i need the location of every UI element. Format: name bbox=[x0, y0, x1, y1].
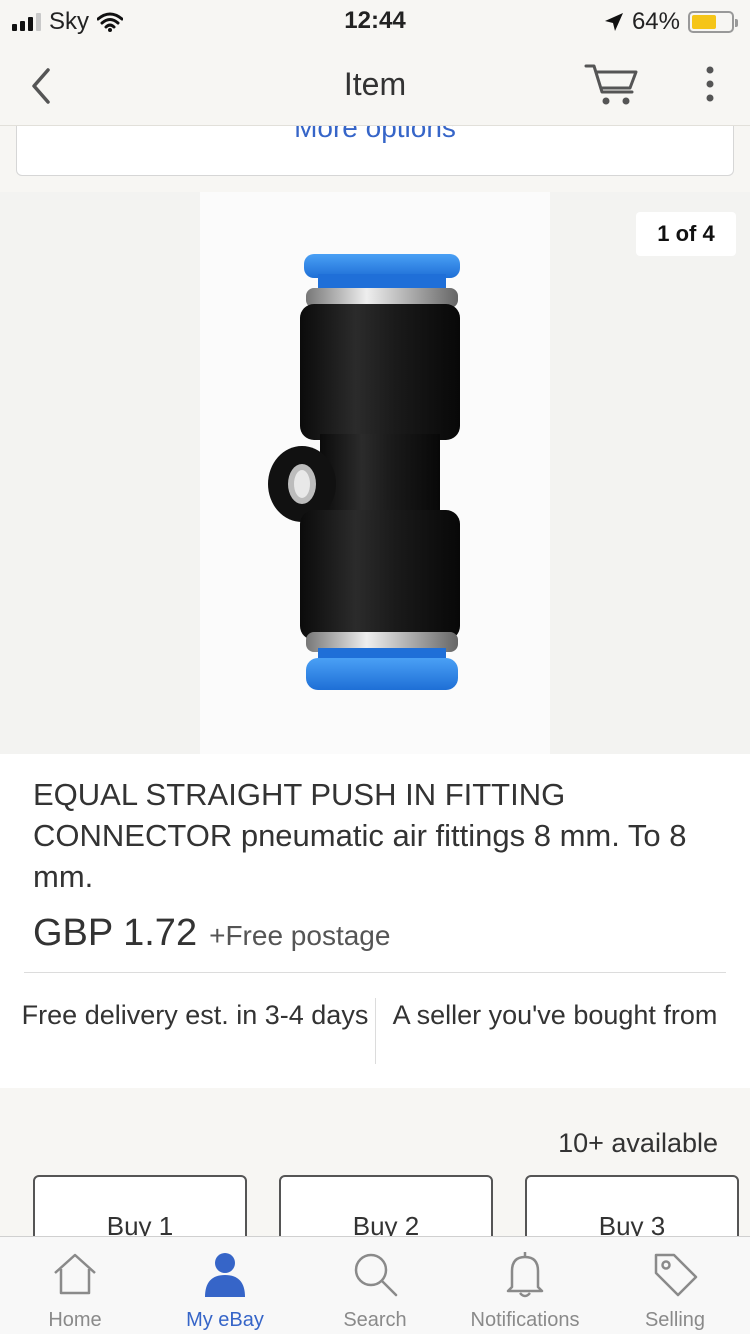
shipping-cost: +Free postage bbox=[209, 920, 391, 951]
item-info: EQUAL STRAIGHT PUSH IN FITTING CONNECTOR… bbox=[0, 754, 750, 1088]
item-price: GBP 1.72 bbox=[33, 912, 198, 954]
tab-bar: Home My eBay Search Notifications Sellin… bbox=[0, 1236, 750, 1334]
battery-percent: 64% bbox=[631, 8, 680, 35]
user-icon bbox=[205, 1253, 245, 1297]
more-vertical-icon[interactable] bbox=[696, 64, 724, 104]
tag-icon bbox=[654, 1253, 698, 1297]
more-options-label: More options bbox=[294, 126, 456, 143]
item-title: EQUAL STRAIGHT PUSH IN FITTING CONNECTOR… bbox=[33, 777, 687, 894]
image-gallery[interactable]: 1 of 4 bbox=[0, 192, 750, 754]
tab-selling[interactable]: Selling bbox=[600, 1237, 750, 1334]
tab-my-ebay[interactable]: My eBay bbox=[150, 1237, 300, 1334]
nav-bar: Item bbox=[0, 44, 750, 126]
delivery-estimate: Free delivery est. in 3-4 days bbox=[21, 1000, 369, 1030]
tab-home[interactable]: Home bbox=[0, 1237, 150, 1334]
tab-selling-label: Selling bbox=[644, 1309, 706, 1331]
tab-search[interactable]: Search bbox=[300, 1237, 450, 1334]
push-fitting-product-photo bbox=[268, 254, 460, 690]
search-icon bbox=[354, 1253, 398, 1297]
status-right: 64% bbox=[604, 8, 738, 36]
tab-notifications-label: Notifications bbox=[470, 1309, 580, 1331]
buy-3-button[interactable]: Buy 3 bbox=[525, 1175, 739, 1245]
battery-icon bbox=[688, 11, 738, 33]
status-bar: Sky 12:44 64% bbox=[0, 0, 750, 44]
price-row: GBP 1.72 +Free postage bbox=[33, 912, 390, 955]
tab-search-label: Search bbox=[343, 1309, 407, 1331]
tab-my-ebay-label: My eBay bbox=[186, 1309, 264, 1331]
divider bbox=[24, 972, 726, 973]
location-arrow-icon bbox=[604, 13, 623, 31]
buy-2-button[interactable]: Buy 2 bbox=[279, 1175, 493, 1245]
availability-label: 10+ available bbox=[558, 1128, 718, 1158]
buy-1-button[interactable]: Buy 1 bbox=[33, 1175, 247, 1245]
tab-home-label: Home bbox=[48, 1309, 102, 1331]
home-icon bbox=[54, 1253, 96, 1295]
product-image[interactable] bbox=[200, 192, 550, 754]
image-counter: 1 of 4 bbox=[636, 212, 736, 256]
buy-section: 10+ available Buy 1 Buy 2 Buy 3 bbox=[0, 1088, 750, 1245]
seller-badge: A seller you've bought from bbox=[392, 1000, 718, 1030]
more-options-button[interactable]: More options bbox=[16, 126, 734, 176]
feature-separator bbox=[375, 998, 376, 1064]
tab-notifications[interactable]: Notifications bbox=[450, 1237, 600, 1334]
bell-icon bbox=[506, 1252, 544, 1298]
cart-icon[interactable] bbox=[582, 60, 642, 108]
battery-fill bbox=[692, 15, 717, 29]
